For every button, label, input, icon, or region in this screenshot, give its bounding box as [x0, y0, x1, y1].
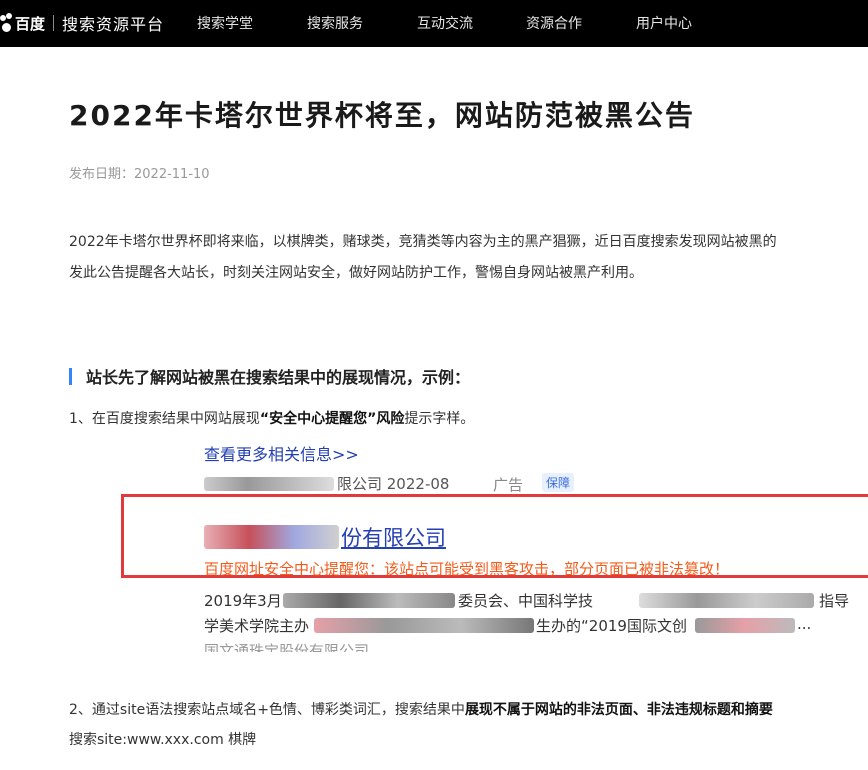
- section-accent-bar: [69, 367, 72, 385]
- section-heading: 站长先了解网站被黑在搜索结果中的展现情况，示例：: [69, 367, 471, 387]
- blurred-company: [204, 477, 334, 491]
- step-1-suffix: 提示字样。: [404, 411, 475, 427]
- blurred-snippet-1: [283, 593, 455, 608]
- logo-divider: [53, 15, 55, 31]
- guarantee-badge: 保障: [542, 473, 575, 492]
- step-1: 1、在百度搜索结果中网站展现“安全中心提醒您”风险提示字样。: [69, 409, 474, 429]
- blurred-snippet-4: [695, 618, 795, 633]
- nav-item-search-service[interactable]: 搜索服务: [307, 13, 363, 33]
- section-title: 站长先了解网站被黑在搜索结果中的展现情况，示例：: [86, 368, 471, 387]
- step-2-bold: 展现不属于网站的非法页面、非法违规标题和摘要: [464, 702, 773, 718]
- baidu-logo[interactable]: 百度 搜索资源平台: [0, 11, 164, 35]
- article-title: 2022年卡塔尔世界杯将至，网站防范被黑公告: [69, 99, 695, 132]
- step-1-prefix: 1、在百度搜索结果中网站展现: [69, 411, 260, 427]
- step-2: 2、通过site语法搜索站点域名+色情、博彩类词汇，搜索结果中展现不属于网站的非…: [69, 700, 773, 720]
- top-nav-bar: 百度 搜索资源平台 搜索学堂 搜索服务 互动交流 资源合作 用户中心: [0, 0, 868, 47]
- nav-item-search-school[interactable]: 搜索学堂: [197, 13, 253, 33]
- logo-text: 百度: [15, 14, 46, 33]
- search-result-example-image: 查看更多相关信息>> 限公司 2022-08 广告 保障 份有限公司 百度网址安…: [69, 437, 868, 652]
- step-2-line-2: 搜索site:www.xxx.com 棋牌: [69, 732, 257, 748]
- intro-line-2: 发此公告提醒各大站长，时刻关注网站安全，做好网站防护工作，警惕自身网站被黑产利用…: [69, 265, 643, 281]
- paw-icon: [0, 13, 14, 33]
- ad-label: 广告: [493, 476, 524, 494]
- snippet-line-2a: 学美术学院主办: [204, 617, 310, 635]
- step-2-prefix: 2、通过site语法搜索站点域名+色情、博彩类词汇，搜索结果中: [69, 702, 465, 718]
- snippet-line-1b: 委员会、中国科学技: [458, 592, 594, 610]
- security-warning: 百度网址安全中心提醒您：该站点可能受到黑客攻击，部分页面已被非法篡改！: [204, 560, 730, 578]
- nav-item-user-center[interactable]: 用户中心: [636, 13, 692, 33]
- snippet-line-3: 国文通珠宝股份有限公司: [204, 642, 370, 652]
- blurred-snippet-2: [639, 593, 814, 608]
- step-1-bold: “安全中心提醒您”风险: [259, 411, 405, 427]
- platform-name: 搜索资源平台: [62, 15, 165, 34]
- result-title: 份有限公司: [341, 526, 446, 550]
- more-info-link: 查看更多相关信息>>: [204, 445, 359, 464]
- snippet-line-2c: ...: [797, 615, 812, 633]
- snippet-line-1a: 2019年3月: [204, 592, 282, 610]
- snippet-line-2b: 生办的“2019国际文创: [536, 617, 687, 635]
- publish-date: 发布日期：2022-11-10: [69, 167, 210, 182]
- blurred-title: [204, 525, 339, 549]
- nav-item-interaction[interactable]: 互动交流: [417, 13, 473, 33]
- snippet-line-1c: 指导: [819, 592, 850, 610]
- result-meta: 限公司 2022-08: [337, 475, 450, 493]
- nav-item-cooperation[interactable]: 资源合作: [526, 13, 582, 33]
- blurred-snippet-3: [314, 618, 534, 633]
- intro-line-1: 2022年卡塔尔世界杯即将来临，以棋牌类，赌球类，竞猜类等内容为主的黑产猖獗，近…: [69, 234, 777, 250]
